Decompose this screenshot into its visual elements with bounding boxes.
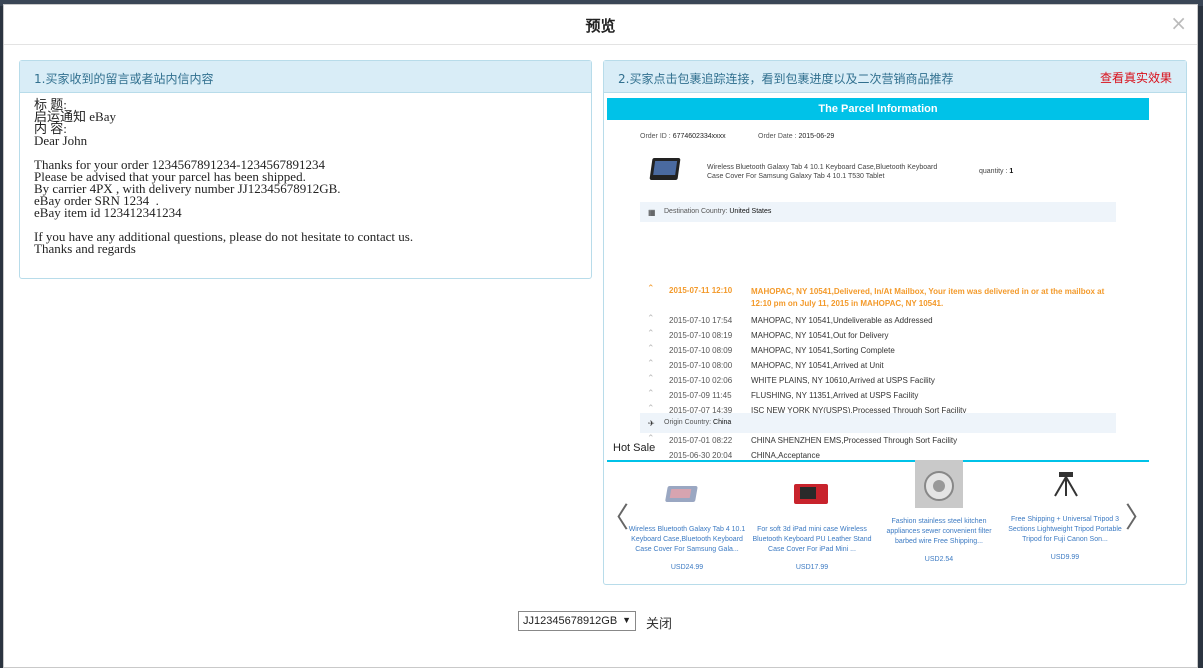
chevron-down-icon: ▼ [622, 615, 631, 625]
product-tablet-icon [649, 158, 681, 180]
hot-sale-next-icon[interactable]: 〉 [1125, 498, 1153, 538]
tracking-time: 2015-07-10 08:19 [669, 331, 733, 340]
origin-value: China [713, 419, 732, 426]
tracking-time: 2015-07-01 08:22 [669, 436, 733, 445]
order-id-label: Order ID : [640, 133, 671, 140]
destination-bar: ▦ Destination Country: United States [640, 202, 1116, 222]
hot-sale-item-price: USD9.99 [1050, 554, 1080, 561]
order-id-value: 6774602334xxxx [672, 133, 726, 140]
origin-bar: ✈ Origin Country: China [640, 413, 1116, 433]
tracking-preview: The Parcel Information Order ID : 677460… [607, 98, 1183, 578]
hot-sale-item-price: USD17.99 [795, 564, 829, 571]
up-arrow-icon: ⌃ [647, 358, 655, 368]
grid-icon: ▦ [648, 208, 656, 217]
message-body: 标 题: 启运通知 eBay 内 容: Dear John Thanks for you… [20, 93, 591, 261]
sink-strainer-icon [915, 460, 963, 508]
tracking-event: FLUSHING, NY 11351,Arrived at USPS Facil… [751, 391, 919, 400]
message-panel: 1.买家收到的留言或者站内信内容 标 题: 启运通知 eBay 内 容: Dear J… [19, 60, 592, 279]
tracking-panel-title: 2.买家点击包裹追踪连接，看到包裹进度以及二次营销商品推荐 [618, 72, 954, 86]
order-date-label: Order Date : [758, 133, 797, 140]
tracking-number-select[interactable]: JJ12345678912GB ▼ [518, 611, 636, 631]
tracking-event: CHINA,Acceptance [751, 451, 820, 460]
modal-header: 预览 × [4, 5, 1197, 45]
tracking-time: 2015-07-11 12:10 [669, 286, 733, 295]
message-line: 内 容: [34, 121, 67, 136]
message-line: Thanks and regards [34, 241, 136, 256]
preview-modal: 预览 × 1.买家收到的留言或者站内信内容 标 题: 启运通知 eBay 内 容: D… [3, 4, 1198, 668]
hot-sale-item[interactable]: Wireless Bluetooth Galaxy Tab 4 10.1 Key… [625, 468, 749, 571]
tracking-event: WHITE PLAINS, NY 10610,Arrived at USPS F… [751, 376, 935, 385]
destination-label: Destination Country: [664, 208, 728, 215]
tracking-time: 2015-06-30 20:04 [669, 451, 733, 460]
close-icon[interactable]: × [1170, 13, 1187, 33]
tracking-panel-heading: 2.买家点击包裹追踪连接，看到包裹进度以及二次营销商品推荐 查看真实效果 [604, 61, 1186, 93]
tracking-number-value: JJ12345678912GB [523, 615, 618, 627]
tracking-time: 2015-07-10 08:00 [669, 361, 733, 370]
hot-sale-item-name[interactable]: Wireless Bluetooth Galaxy Tab 4 10.1 Key… [625, 525, 749, 555]
product-quantity: quantity : 1 [979, 168, 1013, 175]
destination-value: United States [729, 208, 772, 215]
tracking-event: MAHOPAC, NY 10541,Sorting Complete [751, 346, 895, 355]
order-date: Order Date : 2015-06-29 [758, 133, 834, 140]
up-arrow-icon: ⌃ [647, 313, 655, 323]
order-date-value: 2015-06-29 [798, 133, 835, 140]
modal-title: 预览 [585, 17, 616, 35]
plane-icon: ✈ [648, 419, 655, 428]
message-panel-heading: 1.买家收到的留言或者站内信内容 [20, 61, 591, 93]
order-id: Order ID : 6774602334xxxx [640, 133, 726, 140]
hot-sale-item-name[interactable]: Free Shipping + Universal Tripod 3 Secti… [1003, 515, 1127, 545]
message-line: Dear John [34, 133, 88, 148]
tracking-time: 2015-07-10 02:06 [669, 376, 733, 385]
hot-sale-item-name[interactable]: Fashion stainless steel kitchen applianc… [877, 517, 1001, 547]
tracking-event: CHINA SHENZHEN EMS,Processed Through Sor… [751, 436, 958, 445]
tracking-event: MAHOPAC, NY 10541,Undeliverable as Addre… [751, 316, 933, 325]
hot-sale-item-name[interactable]: For soft 3d iPad mini case Wireless Blue… [750, 525, 874, 555]
message-line: 启运通知 eBay [34, 109, 116, 124]
up-arrow-icon: ⌃ [647, 343, 655, 353]
tracking-panel: 2.买家点击包裹追踪连接，看到包裹进度以及二次营销商品推荐 查看真实效果 The… [603, 60, 1187, 585]
tracking-time: 2015-07-10 08:09 [669, 346, 733, 355]
tracking-event: MAHOPAC, NY 10541,Out for Delivery [751, 331, 889, 340]
tracking-event: MAHOPAC, NY 10541,Arrived at Unit [751, 361, 884, 370]
hot-sale-item-price: USD24.99 [670, 564, 704, 571]
parcel-info-title: The Parcel Information [607, 98, 1149, 120]
tracking-event: MAHOPAC, NY 10541,Delivered, In/At Mailb… [751, 287, 1105, 308]
tracking-time: 2015-07-10 17:54 [669, 316, 733, 325]
hot-sale-item[interactable]: Fashion stainless steel kitchen applianc… [877, 460, 1001, 563]
origin-label: Origin Country: [664, 419, 712, 426]
hot-sale-title: Hot Sale [613, 442, 656, 454]
hot-sale-item[interactable]: For soft 3d iPad mini case Wireless Blue… [750, 468, 874, 571]
view-real-effect-link[interactable]: 查看真实效果 [1100, 69, 1172, 86]
keyboard-case-icon [663, 468, 711, 516]
up-arrow-icon: ⌃ [647, 283, 655, 293]
up-arrow-icon: ⌃ [647, 328, 655, 338]
tripod-icon [1041, 458, 1089, 506]
up-arrow-icon: ⌃ [647, 373, 655, 383]
product-name: Wireless Bluetooth Galaxy Tab 4 10.1 Key… [707, 164, 938, 180]
up-arrow-icon: ⌃ [647, 388, 655, 398]
tracking-time: 2015-07-09 11:45 [669, 391, 732, 400]
red-ipad-case-icon [788, 468, 836, 516]
modal-footer: JJ12345678912GB ▼ 关闭 [518, 611, 818, 635]
message-line: eBay item id 123412341234 [34, 205, 182, 220]
hot-sale-item-price: USD2.54 [924, 556, 954, 563]
close-button[interactable]: 关闭 [646, 613, 672, 632]
hot-sale-item[interactable]: Free Shipping + Universal Tripod 3 Secti… [1003, 468, 1127, 561]
quantity-label: quantity : [979, 168, 1008, 175]
quantity-value: 1 [1009, 168, 1014, 175]
